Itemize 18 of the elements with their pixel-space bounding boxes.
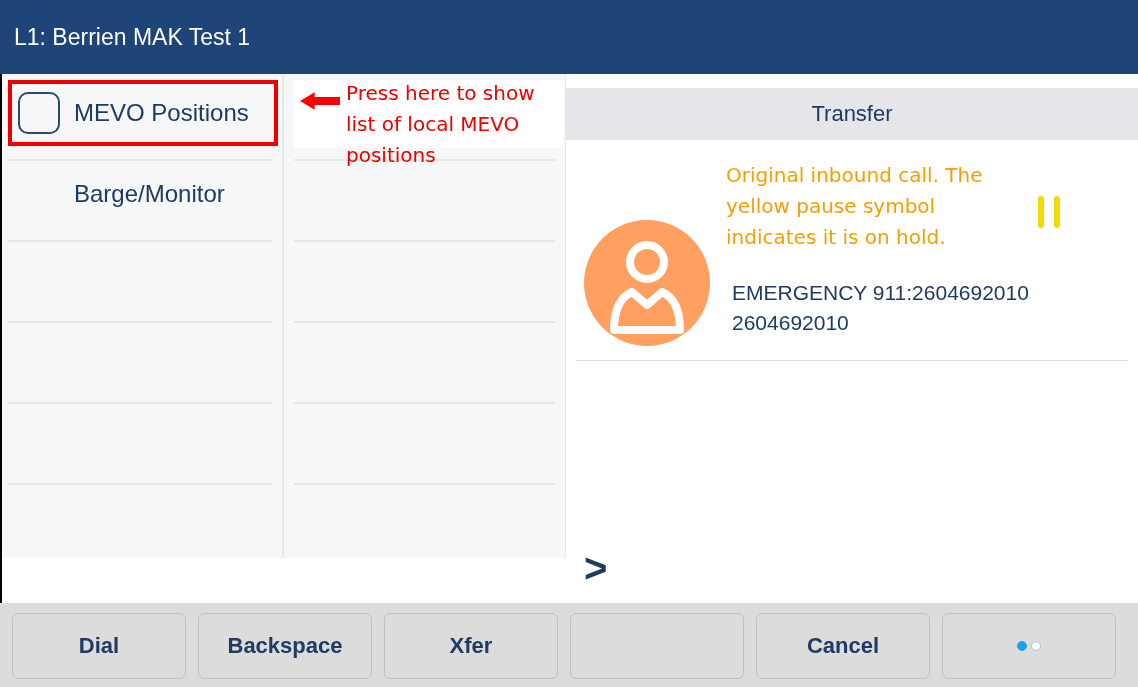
softkey[interactable]: Backspace [198,613,372,679]
page-indicator[interactable] [942,613,1116,679]
softkey[interactable] [570,613,744,679]
checkbox[interactable] [18,92,60,134]
softkey[interactable]: Dial [12,613,186,679]
window-title: L1: Berrien MAK Test 1 [14,23,251,51]
menu-item[interactable]: Barge/Monitor [8,161,278,227]
arrow-icon [300,90,340,112]
softkey[interactable]: Cancel [756,613,930,679]
caller-number: 2604692010 [732,311,849,335]
annotation-text: Press here to show list of local MEVO positions [346,80,536,169]
menu-item[interactable]: MEVO Positions [8,80,278,146]
avatar-icon [584,220,710,346]
prompt-symbol: > [584,546,608,591]
caller-name: EMERGENCY 911:2604692010 [732,281,1029,305]
panel-header: Transfer [566,88,1138,140]
annotation-text: Original inbound call. The yellow pause symbol indicates it is on hold. [726,162,984,251]
softkey[interactable]: Xfer [384,613,558,679]
